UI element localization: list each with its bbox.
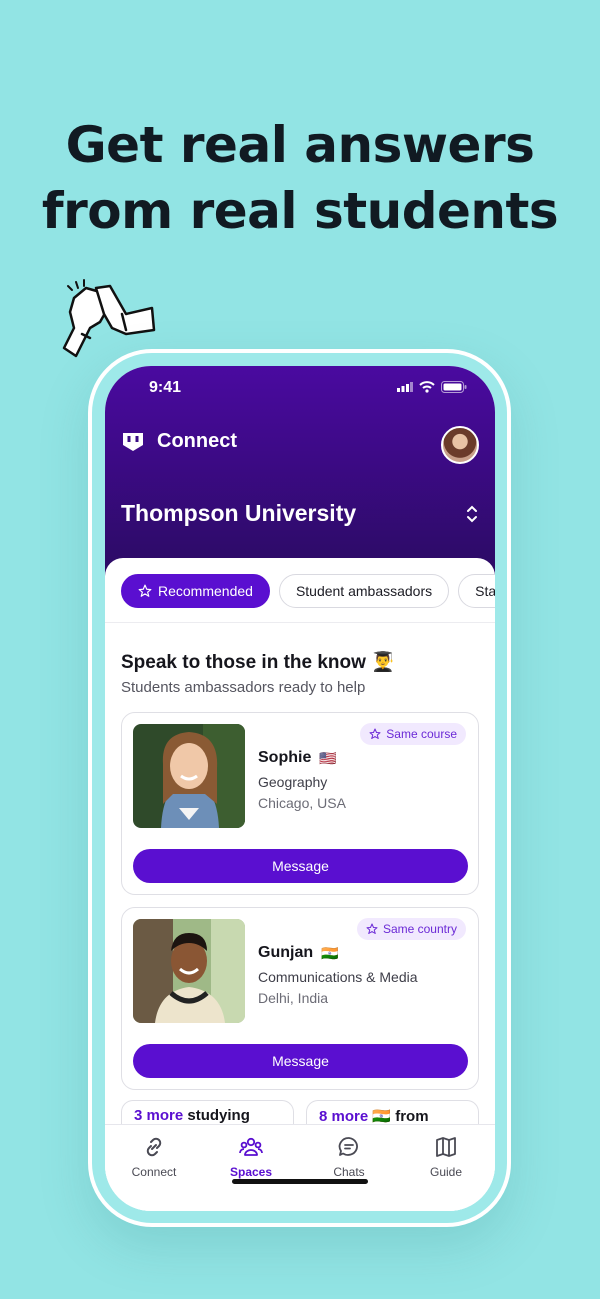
nav-spaces-label: Spaces [229, 1165, 273, 1179]
country-flag: 🇮🇳 [321, 944, 339, 961]
phone-screen: 9:41 Connect Thompson University Recomme… [105, 366, 495, 1211]
ambassador-photo [133, 919, 245, 1023]
tab-stat[interactable]: Stat [458, 574, 495, 608]
ambassador-subject: Geography [258, 774, 328, 790]
app-title-row: Connect [121, 430, 237, 453]
headline: Get real answers from real students [0, 112, 600, 244]
match-badge: Same country [356, 918, 466, 940]
section-subtitle: Students ambassadors ready to help [121, 679, 366, 696]
ambassador-card: Same country Gunjan 🇮🇳 Communications & … [121, 907, 479, 1090]
nav-chats-label: Chats [333, 1165, 365, 1179]
ambassador-card: Same course Sophie 🇺🇸 Geography Chicago,… [121, 712, 479, 895]
tabs-divider [105, 622, 495, 623]
battery-icon [441, 381, 467, 393]
headline-line-1: Get real answers [65, 116, 535, 174]
bottom-navigation: Connect Spaces Chats Guide [105, 1124, 495, 1211]
tab-stat-label: Stat [475, 583, 495, 599]
ambassador-photo [133, 724, 245, 828]
star-icon [138, 584, 152, 597]
more-country-count: 8 more [319, 1108, 369, 1125]
wifi-icon [419, 381, 435, 393]
ambassador-location: Delhi, India [258, 990, 329, 1006]
section-title: Speak to those in the know 👨‍🎓 [121, 652, 395, 673]
app-title: Connect [157, 430, 237, 452]
app-logo-icon [123, 432, 143, 451]
profile-avatar[interactable] [441, 426, 479, 464]
home-indicator [232, 1179, 368, 1184]
chat-bubble-icon [338, 1137, 358, 1156]
more-students-count: 3 more [134, 1107, 184, 1124]
ambassador-location: Chicago, USA [258, 795, 346, 811]
filter-tabs: Recommended Student ambassadors Stat [121, 574, 495, 608]
match-badge-label: Same country [382, 922, 457, 936]
people-icon [239, 1137, 263, 1156]
nav-connect[interactable]: Connect [114, 1135, 194, 1179]
status-time: 9:41 [149, 379, 182, 396]
nav-connect-label: Connect [131, 1165, 177, 1179]
country-flag: 🇺🇸 [319, 749, 337, 766]
message-button[interactable]: Message [133, 1044, 468, 1078]
match-badge: Same course [360, 723, 466, 745]
link-icon [146, 1137, 162, 1157]
content-sheet: Recommended Student ambassadors Stat Spe… [105, 558, 495, 1211]
star-icon [369, 728, 381, 739]
map-icon [436, 1137, 456, 1157]
headline-line-2: from real students [41, 182, 559, 240]
more-country-text: 🇮🇳 from [368, 1108, 429, 1125]
university-switcher[interactable]: Thompson University [121, 500, 479, 527]
tab-recommended-label: Recommended [158, 583, 253, 599]
message-button[interactable]: Message [133, 849, 468, 883]
chevron-up-down-icon [467, 505, 477, 522]
nav-spaces[interactable]: Spaces [211, 1135, 291, 1179]
tab-recommended[interactable]: Recommended [121, 574, 270, 608]
nav-chats[interactable]: Chats [309, 1135, 389, 1179]
ambassador-name-row: Gunjan 🇮🇳 [258, 944, 339, 962]
ambassador-name: Gunjan [258, 944, 314, 961]
ambassador-subject: Communications & Media [258, 969, 418, 985]
match-badge-label: Same course [386, 727, 457, 741]
ambassador-name: Sophie [258, 749, 312, 766]
tab-student-ambassadors[interactable]: Student ambassadors [278, 574, 450, 608]
tab-student-ambassadors-label: Student ambassadors [295, 583, 433, 599]
more-students-text: studying [183, 1107, 250, 1124]
header: 9:41 Connect Thompson University [105, 366, 495, 581]
status-icons [397, 381, 467, 393]
star-icon [366, 923, 378, 934]
university-name: Thompson University [121, 500, 357, 526]
signal-icon [397, 382, 413, 392]
nav-guide-label: Guide [429, 1165, 463, 1179]
nav-guide[interactable]: Guide [406, 1135, 486, 1179]
ambassador-name-row: Sophie 🇺🇸 [258, 749, 337, 767]
